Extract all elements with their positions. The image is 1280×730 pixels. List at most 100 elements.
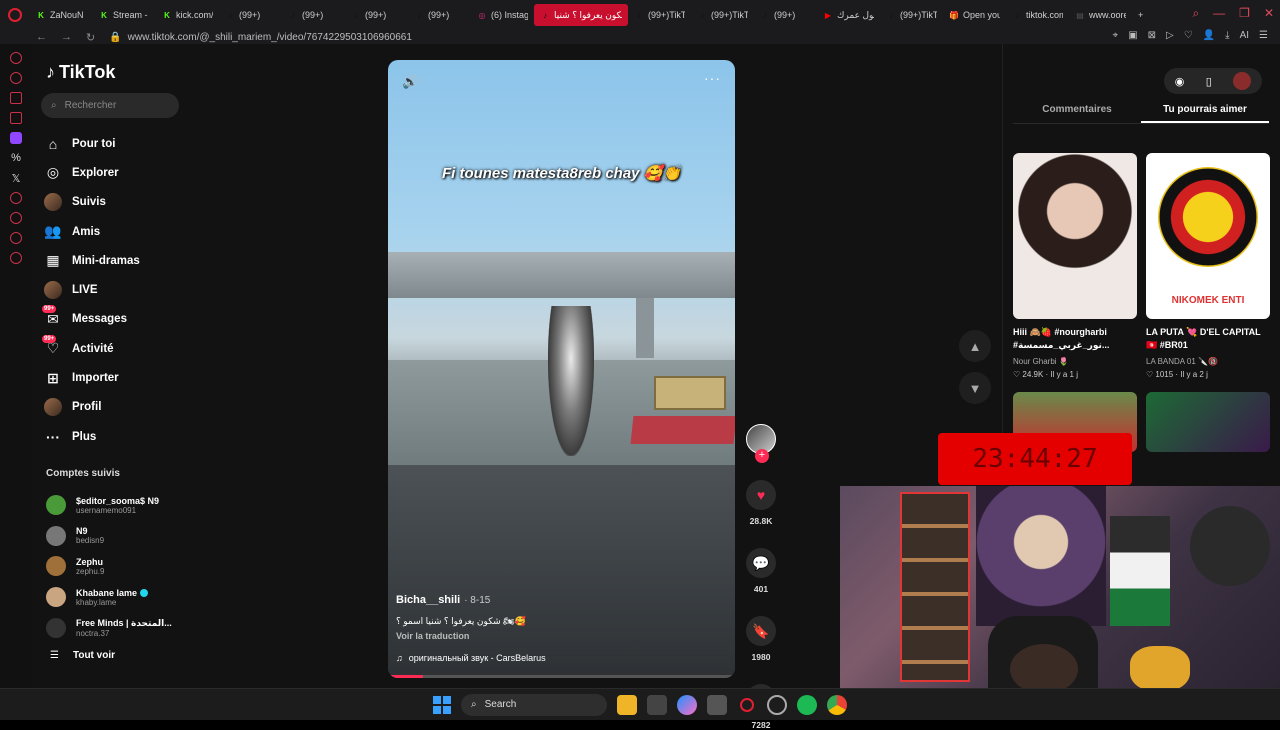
card-author[interactable]: Nour Gharbi 🌷 <box>1013 357 1137 366</box>
browser-tab[interactable]: K Stream - K <box>93 4 156 26</box>
reload-button[interactable]: ↻ <box>86 31 95 44</box>
store-icon[interactable] <box>647 694 667 715</box>
suggestion-card[interactable]: NIKOMEK ENTI LA PUTA 💘 D'EL CAPITAL 🇹🇳 #… <box>1146 153 1270 379</box>
new-tab-button[interactable]: + <box>1132 4 1152 26</box>
see-all-link[interactable]: ☰ Tout voir <box>50 650 115 661</box>
following-item[interactable]: N9 bedisn9 <box>46 521 172 552</box>
browser-tab[interactable]: 🎁 Open you <box>943 4 1006 26</box>
browser-tab[interactable]: ♪ (99+) <box>219 4 282 26</box>
browser-tab[interactable]: ◎ (6) Instag <box>471 4 534 26</box>
chrome-icon[interactable] <box>827 694 847 715</box>
browser-tab[interactable]: ♪ (99+) <box>754 4 817 26</box>
vpn-icon[interactable]: ⊠ <box>1148 30 1156 41</box>
opera-gx-icon[interactable] <box>767 694 787 715</box>
twitch-icon[interactable] <box>10 132 22 144</box>
player-icon[interactable]: ▷ <box>1166 30 1174 41</box>
creator-avatar[interactable]: + <box>746 424 776 463</box>
browser-tab[interactable]: ♪ (99+) <box>282 4 345 26</box>
pin-icon[interactable]: ⌖ <box>1113 30 1119 41</box>
save-button[interactable]: 🔖 <box>746 616 776 646</box>
suggestion-card[interactable] <box>1146 392 1270 452</box>
nav-item-importer[interactable]: ⊞ Importer <box>44 363 140 392</box>
card-thumbnail[interactable] <box>1146 392 1270 452</box>
video-progress-bar[interactable] <box>388 675 735 678</box>
more-options-icon[interactable]: ··· <box>704 70 721 86</box>
like-button[interactable]: ♥ <box>746 480 776 510</box>
search-tabs-icon[interactable]: ⌕ <box>1192 6 1199 21</box>
file-explorer-icon[interactable] <box>617 694 637 715</box>
next-video-button[interactable]: ▼ <box>959 372 991 404</box>
nav-item-pour-toi[interactable]: ⌂ Pour toi <box>44 129 140 158</box>
browser-tab[interactable]: ♪ (99+)TikT <box>628 4 691 26</box>
nav-item-suivis[interactable]: Suivis <box>44 188 140 217</box>
following-item[interactable]: Free Minds | المتحدة... noctra.37 <box>46 612 172 643</box>
nav-item-amis[interactable]: 👥 Amis <box>44 217 140 246</box>
aria-icon[interactable] <box>10 52 22 64</box>
translate-link[interactable]: Voir la traduction <box>396 631 726 641</box>
nav-item-messages[interactable]: ✉ 99+ Messages <box>42 305 140 334</box>
maximize-button[interactable]: ❐ <box>1239 6 1250 21</box>
tiktok-logo[interactable]: ♪ TikTok <box>46 62 115 83</box>
url-field[interactable]: www.tiktok.com/@_shili_mariem_/video/767… <box>128 32 412 43</box>
windows-start-icon[interactable] <box>433 695 451 714</box>
percent-icon[interactable]: % <box>10 152 22 164</box>
browser-tab[interactable]: ♪ شكون يعرفوا ؟ شنيا <box>534 4 628 26</box>
suggestion-card[interactable]: Hiii 🙈🍓 #nourgharbi #نور_غربي_مسمسة... N… <box>1013 153 1137 379</box>
menu-icon[interactable]: ☰ <box>1259 30 1268 41</box>
search-input[interactable]: ⌕ Rechercher <box>41 93 179 118</box>
card-thumbnail[interactable] <box>1013 153 1137 319</box>
comment-button[interactable]: 💬 <box>746 548 776 578</box>
opera-logo-icon[interactable] <box>0 0 30 30</box>
browser-tab[interactable]: ▤ www.oore <box>1069 4 1132 26</box>
nav-item-activit-[interactable]: ♡ 99+ Activité <box>42 334 140 363</box>
tab-suggestions[interactable]: Tu pourrais aimer <box>1141 104 1269 123</box>
device-icon[interactable]: ▯ <box>1206 75 1212 88</box>
taskbar-search[interactable]: ⌕ Search <box>461 693 607 716</box>
compass-icon[interactable]: ◉ <box>1175 75 1185 88</box>
video-player[interactable]: 🔊 ··· Fi tounes matesta8reb chay 🥰👏 Bich… <box>388 60 735 678</box>
profile-icon[interactable]: 👤 <box>1203 30 1215 41</box>
browser-tab[interactable]: ♪ tiktok.com <box>1006 4 1069 26</box>
browser-tab[interactable]: ♪ (99+)TikT <box>880 4 943 26</box>
following-item[interactable]: Zephu zephu.9 <box>46 551 172 582</box>
video-author[interactable]: Bicha__shili <box>396 594 460 606</box>
opera-taskbar-icon[interactable] <box>737 695 757 715</box>
browser-tab[interactable]: ♪ (99+) <box>345 4 408 26</box>
browser-tab[interactable]: ♪ (99+)TikT <box>691 4 754 26</box>
browser-tab[interactable]: K ZaNouN <box>30 4 93 26</box>
previous-video-button[interactable]: ▲ <box>959 330 991 362</box>
card-author[interactable]: LA BANDA 01 🔪🔞 <box>1146 357 1270 366</box>
tab-comments[interactable]: Commentaires <box>1013 104 1141 123</box>
nav-item-explorer[interactable]: ◎ Explorer <box>44 158 140 187</box>
card-thumbnail[interactable]: NIKOMEK ENTI <box>1146 153 1270 319</box>
history-icon[interactable] <box>10 212 22 224</box>
settings-icon[interactable] <box>10 252 22 264</box>
x-icon[interactable]: 𝕏 <box>10 172 22 185</box>
spotify-icon[interactable] <box>797 694 817 715</box>
snapshot-icon[interactable]: ▣ <box>1128 30 1137 41</box>
nav-item-live[interactable]: LIVE <box>44 275 140 304</box>
instagram-icon[interactable] <box>10 112 22 124</box>
nav-item-plus[interactable]: ··· Plus <box>44 422 140 451</box>
calculator-icon[interactable] <box>707 694 727 715</box>
browser-tab[interactable]: ♪ (99+) <box>408 4 471 26</box>
following-item[interactable]: Khabane lame khaby.lame <box>46 582 172 613</box>
forward-button[interactable]: → <box>61 31 72 44</box>
browser-tab[interactable]: Kkick.com/ <box>156 4 219 26</box>
follow-plus-icon[interactable]: + <box>755 449 769 463</box>
wallet-icon[interactable] <box>10 72 22 84</box>
sound-link[interactable]: ♫ оригинальный звук - CarsBelarus <box>396 653 726 663</box>
nav-item-profil[interactable]: Profil <box>44 393 140 422</box>
browser-tab[interactable]: ▶ طول عمرك <box>817 4 880 26</box>
download-icon[interactable]: ⤓ <box>1225 30 1229 41</box>
volume-icon[interactable]: 🔊 <box>402 74 418 90</box>
user-avatar[interactable] <box>1233 72 1252 90</box>
minimize-button[interactable]: — <box>1213 6 1225 21</box>
messenger-icon[interactable] <box>10 92 22 104</box>
extensions-icon[interactable] <box>10 232 22 244</box>
back-button[interactable]: ← <box>36 31 47 44</box>
close-button[interactable]: ✕ <box>1264 6 1274 21</box>
player-sidebar-icon[interactable] <box>10 192 22 204</box>
heart-icon[interactable]: ♡ <box>1184 30 1193 41</box>
following-item[interactable]: $editor_sooma$ N9 usernamemo091 <box>46 490 172 521</box>
